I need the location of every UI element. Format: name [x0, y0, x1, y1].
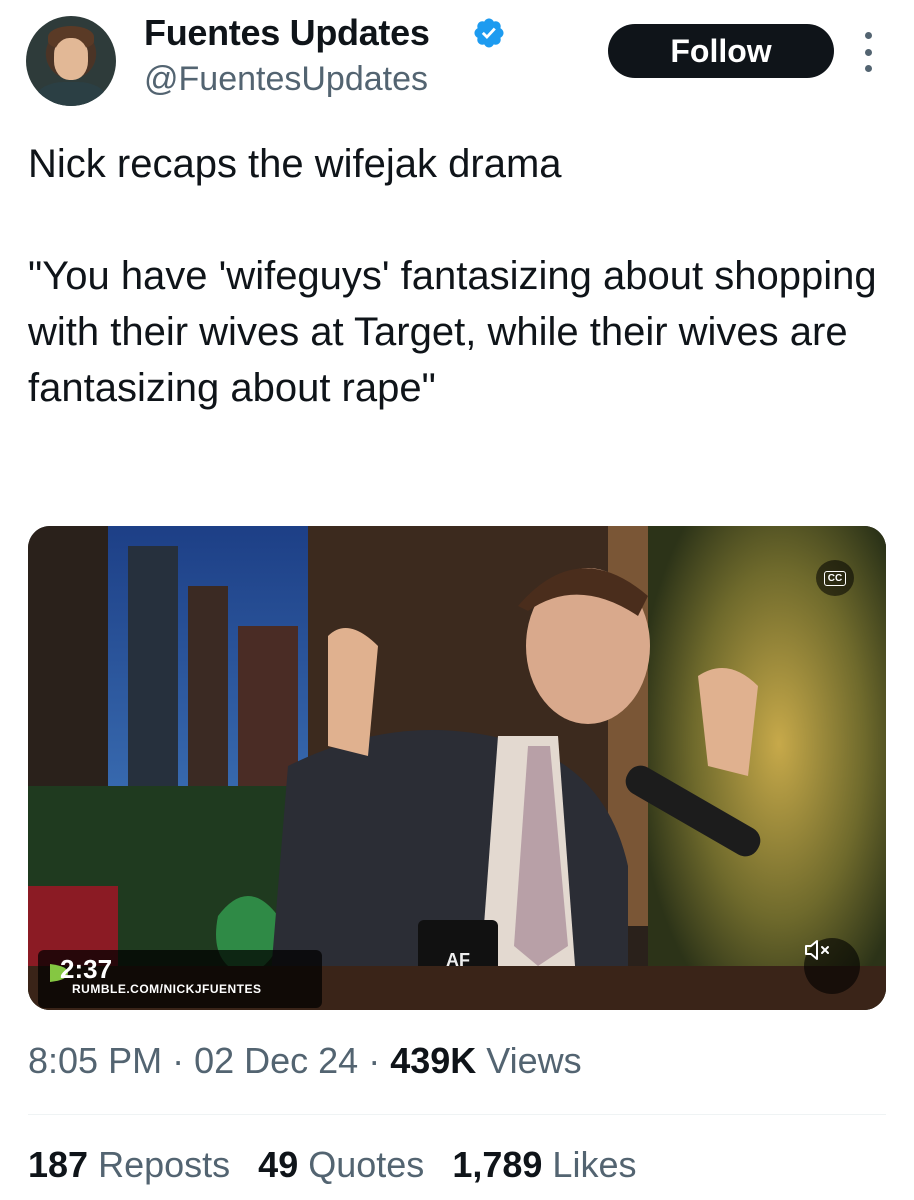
author-name[interactable]: Fuentes Updates	[144, 12, 430, 54]
video-frame: AF	[28, 526, 886, 1010]
likes-count: 1,789	[452, 1144, 543, 1185]
captions-button[interactable]: CC	[816, 560, 854, 596]
views-label: Views	[486, 1040, 582, 1081]
tweet-time[interactable]: 8:05 PM	[28, 1040, 162, 1081]
separator-dot: ·	[172, 1040, 195, 1081]
views-count: 439K	[390, 1040, 477, 1081]
video-source-url: RUMBLE.COM/NICKJFUENTES	[72, 982, 262, 996]
video-player[interactable]: AF CC	[28, 526, 886, 1010]
likes-stat[interactable]: 1,789 Likes	[452, 1144, 636, 1185]
quotes-stat[interactable]: 49 Quotes	[258, 1144, 424, 1185]
tweet-text: Nick recaps the wifejak drama "You have …	[28, 142, 877, 410]
speaker-muted-icon	[805, 940, 829, 960]
separator-dot: ·	[368, 1040, 391, 1081]
tweet-date[interactable]: 02 Dec 24	[194, 1040, 358, 1081]
mute-button[interactable]	[804, 938, 860, 994]
reposts-stat[interactable]: 187 Reposts	[28, 1144, 230, 1185]
more-options-icon[interactable]	[858, 32, 878, 72]
quotes-count: 49	[258, 1144, 299, 1185]
reposts-count: 187	[28, 1144, 89, 1185]
author-handle[interactable]: @FuentesUpdates	[144, 60, 428, 99]
tweet-metadata: 8:05 PM · 02 Dec 24 · 439K Views	[28, 1040, 582, 1082]
captions-label: CC	[823, 570, 847, 586]
video-duration-overlay: 2:37 RUMBLE.COM/NICKJFUENTES	[38, 950, 322, 1008]
divider	[28, 1114, 886, 1115]
quotes-label: Quotes	[308, 1144, 425, 1185]
follow-button[interactable]: Follow	[608, 24, 834, 78]
reposts-label: Reposts	[98, 1144, 231, 1185]
likes-label: Likes	[552, 1144, 637, 1185]
author-avatar[interactable]	[26, 16, 116, 106]
engagement-stats: 187 Reposts 49 Quotes 1,789 Likes	[28, 1144, 664, 1186]
tweet-header: Fuentes Updates @FuentesUpdates Follow	[0, 0, 914, 120]
video-duration: 2:37	[60, 954, 113, 984]
verified-badge-icon	[474, 18, 504, 48]
